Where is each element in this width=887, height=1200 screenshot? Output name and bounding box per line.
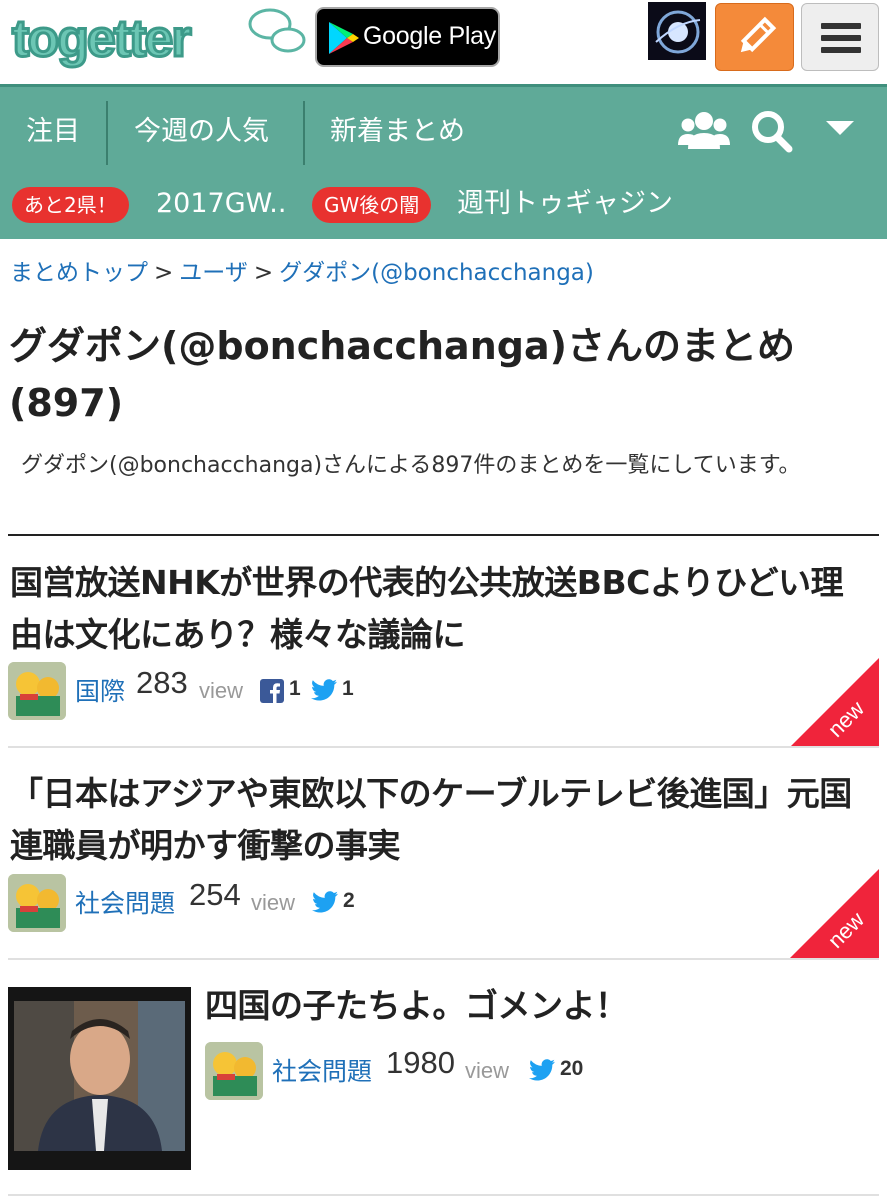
item-title[interactable]: 四国の子たちよ。ゴメンよ！ [205,980,865,1032]
facebook-count: 1 [289,677,301,700]
twitter-count: 20 [560,1057,584,1080]
search-icon[interactable] [749,101,795,161]
hamburger-menu-icon [821,23,861,29]
row-divider [8,958,879,960]
category-link[interactable]: 社会問題 [272,1052,372,1088]
new-ribbon: new [789,869,879,959]
svg-text:togetter: togetter [12,10,191,68]
google-play-label: Google Play [363,22,496,50]
item-meta: 社会問題 254 view 2 [8,874,608,934]
item-title[interactable]: 国営放送NHKが世界の代表的公共放送BBCよりひどい理由は文化にあり？様々な議論… [10,557,870,661]
breadcrumb-item-user[interactable]: グダポン(@bonchacchanga) [279,260,594,286]
twitter-icon [311,679,337,701]
page-description: グダポン(@bonchacchanga)さんによる897件のまとめを一覧にしてい… [21,453,801,478]
google-play-icon [329,22,359,54]
create-matome-button[interactable] [715,3,794,71]
row-divider [8,1194,879,1196]
pencil-icon [740,16,777,53]
twitter-count: 2 [343,889,355,912]
top-header: togetter Google Play [0,0,887,84]
tab-new-matome[interactable]: 新着まとめ [330,101,465,163]
view-count: 254 [189,877,241,912]
twitter-count: 1 [342,677,354,700]
tab-featured[interactable]: 注目 [26,101,80,163]
breadcrumb-item-top[interactable]: まとめトップ [10,260,148,286]
twitter-icon [312,891,338,913]
togetter-logo[interactable]: togetter [8,4,308,72]
view-label: view [251,890,296,915]
author-avatar[interactable] [205,1042,263,1100]
section-divider [8,534,879,536]
item-meta: 国際 283 view 1 1 [8,662,608,722]
nav-tabs: 注目 今週の人気 新着まとめ [0,87,887,179]
trending-link[interactable]: 週刊トゥギャジン [457,183,673,225]
view-label: view [465,1058,510,1083]
category-link[interactable]: 社会問題 [75,884,175,920]
page-title: グダポン(@bonchacchanga)さんのまとめ(897) [9,324,795,425]
tab-weekly-popular[interactable]: 今週の人気 [134,101,269,163]
caret-down-icon[interactable] [824,101,856,161]
author-avatar[interactable] [8,662,66,720]
view-count: 283 [136,665,188,700]
breadcrumb: まとめトップ > ユーザ > グダポン(@bonchacchanga) [10,253,594,287]
breadcrumb-item-users[interactable]: ユーザ [179,260,248,286]
view-count: 1980 [386,1045,455,1080]
row-divider [8,746,879,748]
trending-bar: あと2県！ 2017GW.. GW後の闇 週刊トゥギャジン [0,179,887,242]
breadcrumb-separator: > [253,260,274,286]
breadcrumb-separator: > [154,260,174,286]
twitter-icon [529,1059,555,1081]
user-avatar[interactable] [648,2,706,60]
facebook-icon [260,679,284,703]
main-nav: 注目 今週の人気 新着まとめ あと2県！ 2017GW.. GW後の闇 週刊トゥ… [0,84,887,239]
hamburger-menu-button[interactable] [801,3,879,71]
trending-badge[interactable]: GW後の闇 [312,187,432,223]
item-thumbnail[interactable] [8,987,191,1170]
trending-link[interactable]: 2017GW.. [156,183,286,225]
category-link[interactable]: 国際 [75,672,125,708]
item-meta: 社会問題 1980 view 20 [205,1042,805,1102]
new-ribbon: new [789,658,879,748]
nav-divider [106,101,108,165]
trending-badge[interactable]: あと2県！ [12,187,129,223]
google-play-badge[interactable]: Google Play [315,7,500,67]
author-avatar[interactable] [8,874,66,932]
item-title[interactable]: 「日本はアジアや東欧以下のケーブルテレビ後進国」元国連職員が明かす衝撃の事実 [10,768,870,872]
view-label: view [199,678,244,703]
nav-divider [303,101,305,165]
users-icon[interactable] [678,101,730,161]
